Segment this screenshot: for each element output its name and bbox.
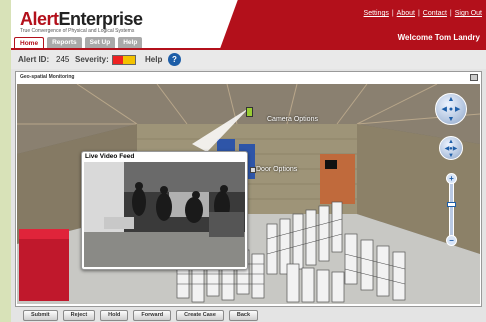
welcome-message: Welcome Tom Landry bbox=[397, 33, 480, 42]
logo: AlertEnterprise bbox=[20, 9, 143, 30]
action-buttons: Submit Reject Hold Forward Create Case B… bbox=[23, 310, 259, 321]
zoom-out-icon[interactable]: − bbox=[446, 235, 457, 246]
logo-alert: Alert bbox=[20, 9, 59, 29]
live-video-popup: Live Video Feed bbox=[81, 151, 248, 270]
tab-home[interactable]: Home bbox=[14, 37, 45, 48]
reject-button[interactable]: Reject bbox=[62, 310, 96, 321]
door-options-label[interactable]: Door Options bbox=[256, 166, 297, 173]
app-frame: AlertEnterprise True Convergence of Phys… bbox=[11, 0, 486, 322]
top-links: Settings | About | Contact | Sign Out bbox=[363, 10, 482, 17]
header: AlertEnterprise True Convergence of Phys… bbox=[11, 0, 486, 48]
about-link[interactable]: About bbox=[397, 10, 415, 17]
severity-meter bbox=[112, 55, 136, 65]
question-icon[interactable]: ? bbox=[168, 53, 181, 66]
camera-options-label[interactable]: Camera Options bbox=[267, 116, 318, 123]
main-tabs: Home Reports Set Up Help bbox=[14, 37, 143, 48]
zoom-slider-track[interactable] bbox=[449, 176, 454, 242]
pan-control[interactable]: ▲ ◀ ● ▶ ▼ bbox=[435, 93, 467, 125]
alert-id-value: 245 bbox=[56, 55, 70, 64]
rotate-control[interactable]: ▲ ◀●▶ ▼ bbox=[439, 136, 463, 160]
back-button[interactable]: Back bbox=[228, 310, 259, 321]
maximize-icon[interactable] bbox=[470, 74, 478, 81]
contact-link[interactable]: Contact bbox=[423, 10, 447, 17]
panel-title: Geo-spatial Monitoring bbox=[20, 74, 75, 80]
camera-marker[interactable] bbox=[246, 107, 253, 117]
settings-link[interactable]: Settings bbox=[364, 10, 389, 17]
video-title: Live Video Feed bbox=[85, 153, 135, 160]
logo-enterprise: Enterprise bbox=[58, 9, 144, 29]
help-label: Help bbox=[145, 55, 163, 64]
zoom-slider-thumb[interactable] bbox=[447, 202, 456, 207]
rotate-arrows-icon: ▲ ◀●▶ ▼ bbox=[444, 139, 458, 159]
alert-id-label: Alert ID: bbox=[18, 55, 50, 64]
create-case-button[interactable]: Create Case bbox=[176, 310, 224, 321]
tab-help[interactable]: Help bbox=[118, 37, 143, 48]
tab-set-up[interactable]: Set Up bbox=[84, 37, 116, 48]
video-frame bbox=[84, 162, 245, 267]
sign-out-link[interactable]: Sign Out bbox=[455, 10, 482, 17]
forward-button[interactable]: Forward bbox=[133, 310, 172, 321]
pan-arrows-icon: ▲ ◀ ● ▶ ▼ bbox=[441, 96, 461, 123]
tagline: True Convergence of Physical and Logical… bbox=[20, 28, 135, 34]
alert-bar: Alert ID: 245 Severity: Help ? bbox=[11, 48, 486, 69]
video-feed[interactable] bbox=[84, 162, 245, 267]
geo-spatial-panel: Geo-spatial Monitoring Camera Options Do… bbox=[15, 71, 482, 307]
hold-button[interactable]: Hold bbox=[100, 310, 129, 321]
tab-reports[interactable]: Reports bbox=[47, 37, 82, 48]
severity-label: Severity: bbox=[75, 55, 109, 64]
zoom-in-icon[interactable]: + bbox=[446, 173, 457, 184]
submit-button[interactable]: Submit bbox=[23, 310, 58, 321]
3d-building-view[interactable]: Camera Options Door Options Live Video F… bbox=[17, 84, 480, 304]
